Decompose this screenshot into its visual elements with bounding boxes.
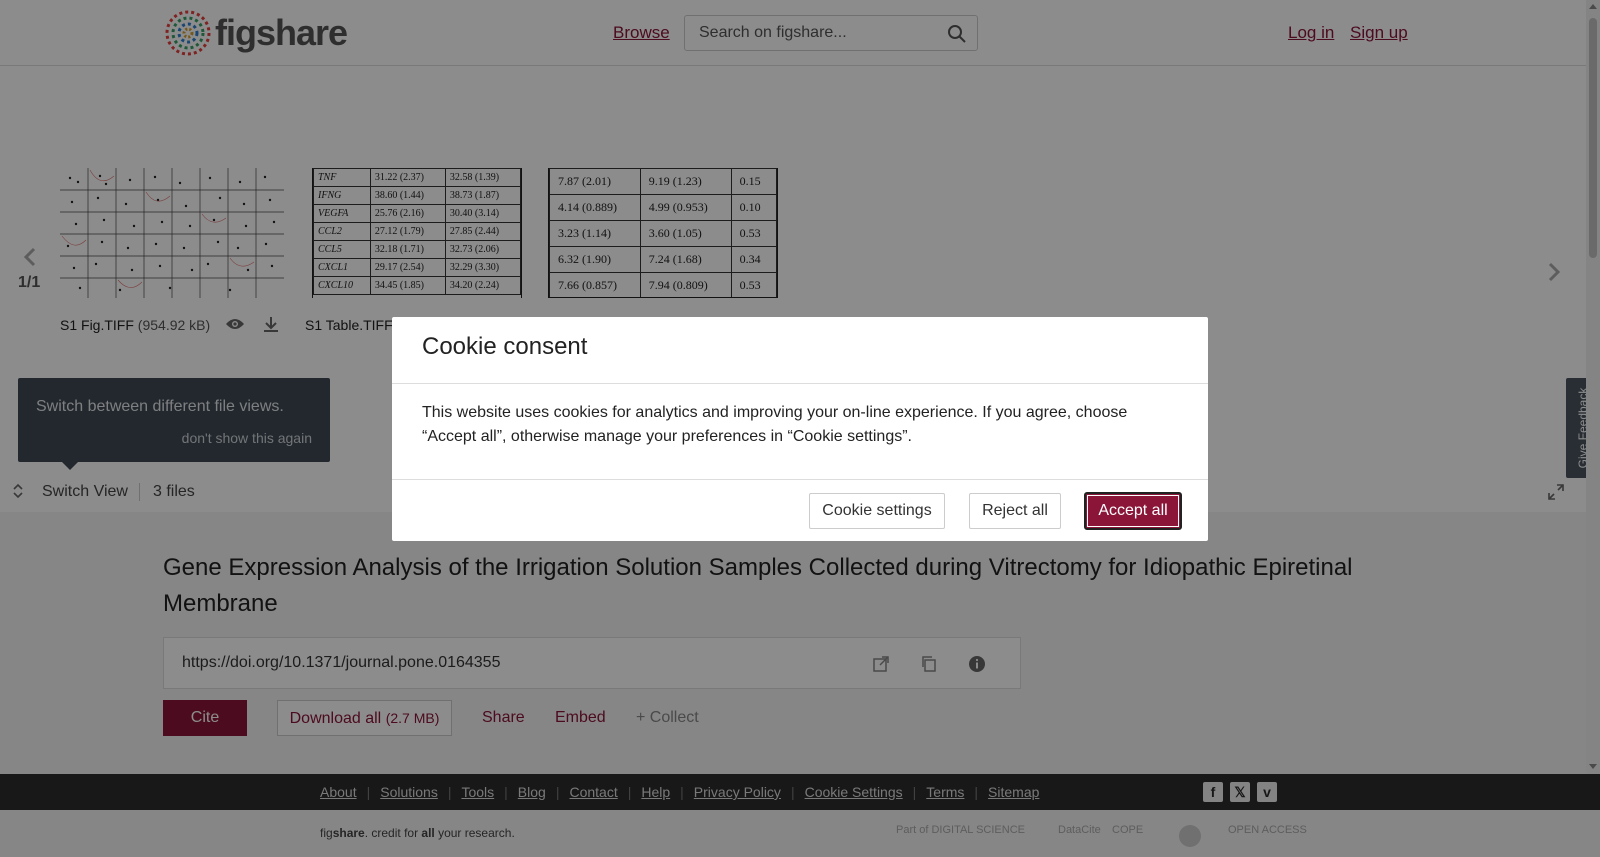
dialog-divider [392,479,1208,480]
accept-all-button[interactable]: Accept all [1084,492,1182,530]
cookie-consent-dialog: Cookie consent This website uses cookies… [392,317,1208,541]
dialog-title: Cookie consent [422,333,588,360]
reject-all-button[interactable]: Reject all [969,493,1061,529]
dialog-divider [392,383,1208,384]
dialog-body: This website uses cookies for analytics … [422,404,1128,445]
cookie-settings-button[interactable]: Cookie settings [809,493,945,529]
